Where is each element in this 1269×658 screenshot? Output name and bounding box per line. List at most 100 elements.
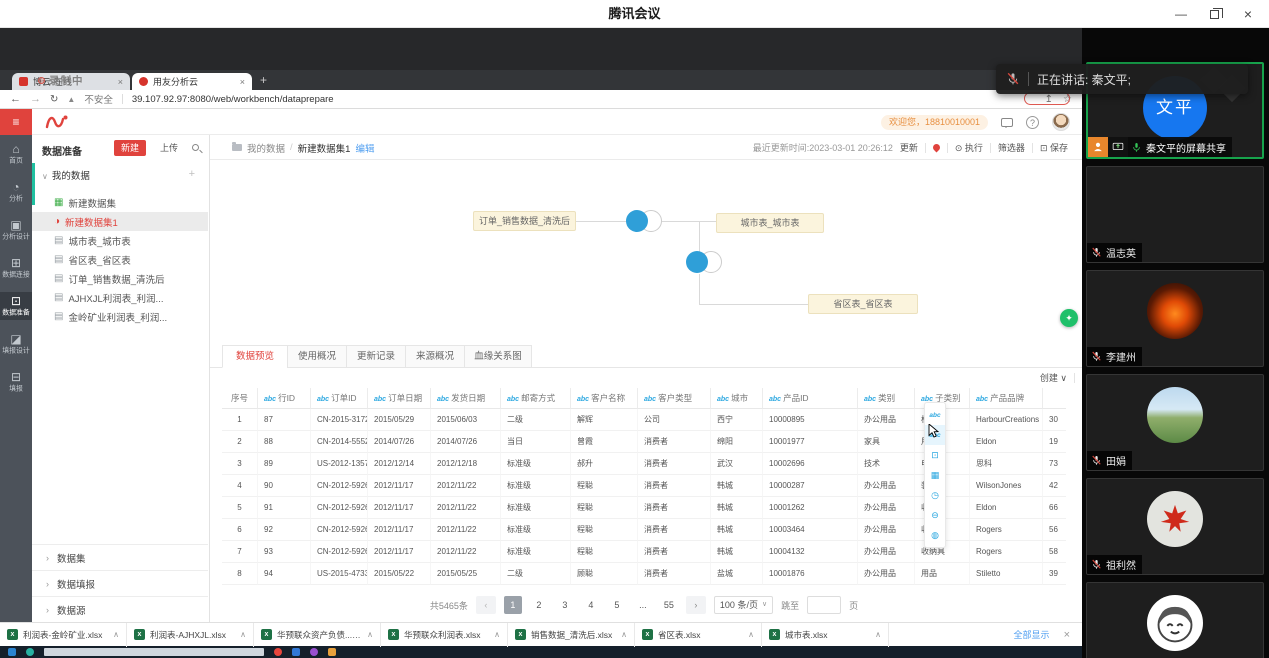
tree-item[interactable]: ▤AJHXJL利润表_利润... xyxy=(32,288,208,307)
user-avatar[interactable] xyxy=(1052,113,1070,131)
filter-button[interactable]: 筛选器 xyxy=(998,141,1025,154)
sidebar-item-4[interactable]: ⊞数据连接 xyxy=(0,254,32,282)
chevron-up-icon[interactable]: ∧ xyxy=(748,630,754,639)
participant-tile[interactable]: 祖利然 xyxy=(1086,478,1264,575)
column-header[interactable]: abc客户名称 xyxy=(571,388,638,409)
prev-page-icon[interactable]: ‹ xyxy=(476,596,496,614)
forward-icon[interactable]: → xyxy=(30,93,41,105)
sidebar-item-7[interactable]: ⊟填报 xyxy=(0,368,32,396)
sidebar-item-3[interactable]: ▣分析设计 xyxy=(0,216,32,244)
column-header[interactable]: abc订单ID xyxy=(311,388,368,409)
tree-item[interactable]: ▤金岭矿业利润表_利润... xyxy=(32,307,208,326)
save-button[interactable]: ⊡ 保存 xyxy=(1040,141,1068,154)
help-icon[interactable]: ? xyxy=(1026,116,1039,129)
panel-section-数据源[interactable]: ›数据源 xyxy=(32,596,208,622)
abc-type-icon[interactable]: abc xyxy=(925,405,945,425)
join-node-icon[interactable] xyxy=(686,251,723,274)
toolbar-创建[interactable]: 创建 ∨ xyxy=(1040,371,1067,384)
message-icon[interactable] xyxy=(1001,118,1013,127)
participant-tile[interactable] xyxy=(1086,582,1264,658)
next-page-icon[interactable]: › xyxy=(686,596,706,614)
flow-node-city[interactable]: 城市表_城市表 xyxy=(716,213,824,233)
participant-tile[interactable]: 温志英 xyxy=(1086,166,1264,263)
download-file-tab[interactable]: x华预联众利润表.xlsx∧ xyxy=(381,623,508,647)
column-header[interactable]: abc行ID xyxy=(258,388,311,409)
calendar-type-icon[interactable]: ▦ xyxy=(925,465,945,485)
chevron-up-icon[interactable]: ∧ xyxy=(367,630,373,639)
sidebar-item-2[interactable]: ◔分析 xyxy=(0,178,32,206)
breadcrumb-root[interactable]: 我的数据 xyxy=(247,141,285,155)
file-bar-close-icon[interactable]: × xyxy=(1064,629,1070,641)
page-...[interactable]: ... xyxy=(634,596,652,614)
sidebar-item-1[interactable]: ⌂首页 xyxy=(0,140,32,168)
download-file-tab[interactable]: x华预联众资产负债....xlsx∧ xyxy=(254,623,381,647)
edit-link[interactable]: 编辑 xyxy=(355,141,374,155)
flow-node-orders[interactable]: 订单_销售数据_清洗后 xyxy=(473,211,576,231)
jump-page-input[interactable] xyxy=(807,596,841,614)
pin-icon[interactable] xyxy=(931,143,941,153)
tree-item[interactable]: ◑新建数据集1 xyxy=(32,212,208,231)
start-button-icon[interactable] xyxy=(8,648,16,656)
browser-tab-2[interactable]: 用友分析云 × xyxy=(132,73,252,90)
column-header[interactable]: abc产品ID xyxy=(763,388,858,409)
chevron-up-icon[interactable]: ∧ xyxy=(621,630,627,639)
page-5[interactable]: 5 xyxy=(608,596,626,614)
column-header[interactable]: 序号 xyxy=(222,388,258,409)
page-size-select[interactable]: 100 条/页∨ xyxy=(714,596,773,614)
column-header[interactable]: abc订单日期 xyxy=(368,388,431,409)
close-icon[interactable]: × xyxy=(1241,6,1255,22)
add-folder-icon[interactable]: + xyxy=(189,168,195,180)
join-node-icon[interactable] xyxy=(626,210,663,233)
windows-taskbar[interactable] xyxy=(0,646,1082,658)
taskbar-search-box[interactable] xyxy=(44,648,264,656)
tree-root[interactable]: ∨我的数据 xyxy=(42,168,90,182)
column-header[interactable]: abc类别 xyxy=(858,388,915,409)
taskbar-app-icon[interactable] xyxy=(292,648,300,656)
chevron-up-icon[interactable]: ∧ xyxy=(240,630,246,639)
participant-tile[interactable]: 李建州 xyxy=(1086,270,1264,367)
new-dataset-button[interactable]: 新建 xyxy=(114,140,146,156)
reload-icon[interactable]: ↻ xyxy=(50,94,58,105)
download-file-tab[interactable]: x利润表-AJHXJL.xlsx∧ xyxy=(127,623,254,647)
chevron-up-icon[interactable]: ∧ xyxy=(113,630,119,639)
column-header[interactable]: abc产品品牌 xyxy=(970,388,1043,409)
flow-node-province[interactable]: 省区表_省区表 xyxy=(808,294,918,314)
url-text[interactable]: 39.107.92.97:8080/web/workbench/dataprep… xyxy=(132,94,334,105)
tab-close-icon[interactable]: × xyxy=(118,77,123,87)
taskbar-app-icon[interactable] xyxy=(26,648,34,656)
show-all-link[interactable]: 全部显示 xyxy=(1014,628,1050,641)
sidebar-item-5[interactable]: ⊡数据准备 xyxy=(0,292,32,320)
download-file-tab[interactable]: x城市表.xlsx∧ xyxy=(762,623,889,647)
column-header[interactable] xyxy=(1043,388,1066,409)
security-label[interactable]: 不安全 xyxy=(84,92,113,106)
panel-section-数据集[interactable]: ›数据集 xyxy=(32,544,208,570)
download-file-tab[interactable]: x利润表-金岭矿业.xlsx∧ xyxy=(0,623,127,647)
column-header[interactable]: abc城市 xyxy=(711,388,763,409)
restore-icon[interactable] xyxy=(1210,10,1219,19)
clock-type-icon[interactable]: ◷ xyxy=(925,485,945,505)
search-icon[interactable] xyxy=(192,144,199,151)
assistant-handle-icon[interactable]: ✦ xyxy=(1060,309,1078,327)
taskbar-app-icon[interactable] xyxy=(310,648,318,656)
panel-section-数据填报[interactable]: ›数据填报 xyxy=(32,570,208,596)
exclude-type-icon[interactable]: ⊖ xyxy=(925,505,945,525)
tab-close-icon[interactable]: × xyxy=(240,77,245,87)
sidebar-item-6[interactable]: ◪填报设计 xyxy=(0,330,32,358)
column-header[interactable]: abc发货日期 xyxy=(431,388,501,409)
minimize-icon[interactable]: — xyxy=(1174,7,1188,21)
tab-数据预览[interactable]: 数据预览 xyxy=(222,345,288,368)
upload-button[interactable]: 上传 xyxy=(154,140,184,156)
taskbar-app-icon[interactable] xyxy=(274,648,282,656)
taskbar-app-icon[interactable] xyxy=(328,648,336,656)
back-icon[interactable]: ← xyxy=(10,93,21,105)
run-button[interactable]: ⊙ 执行 xyxy=(955,141,983,154)
tree-item[interactable]: ▤城市表_城市表 xyxy=(32,231,208,250)
download-file-tab[interactable]: x省区表.xlsx∧ xyxy=(635,623,762,647)
tab-血缘关系图[interactable]: 血缘关系图 xyxy=(464,345,532,368)
column-header[interactable]: abc客户类型 xyxy=(638,388,711,409)
page-3[interactable]: 3 xyxy=(556,596,574,614)
grid-type-icon[interactable]: ⊡ xyxy=(925,445,945,465)
tab-来源概况[interactable]: 来源概况 xyxy=(405,345,465,368)
table-row[interactable]: 894US-2015-47337222015/05/222015/05/25二级… xyxy=(222,563,1066,585)
app-menu-button[interactable]: ≡ xyxy=(0,109,32,135)
